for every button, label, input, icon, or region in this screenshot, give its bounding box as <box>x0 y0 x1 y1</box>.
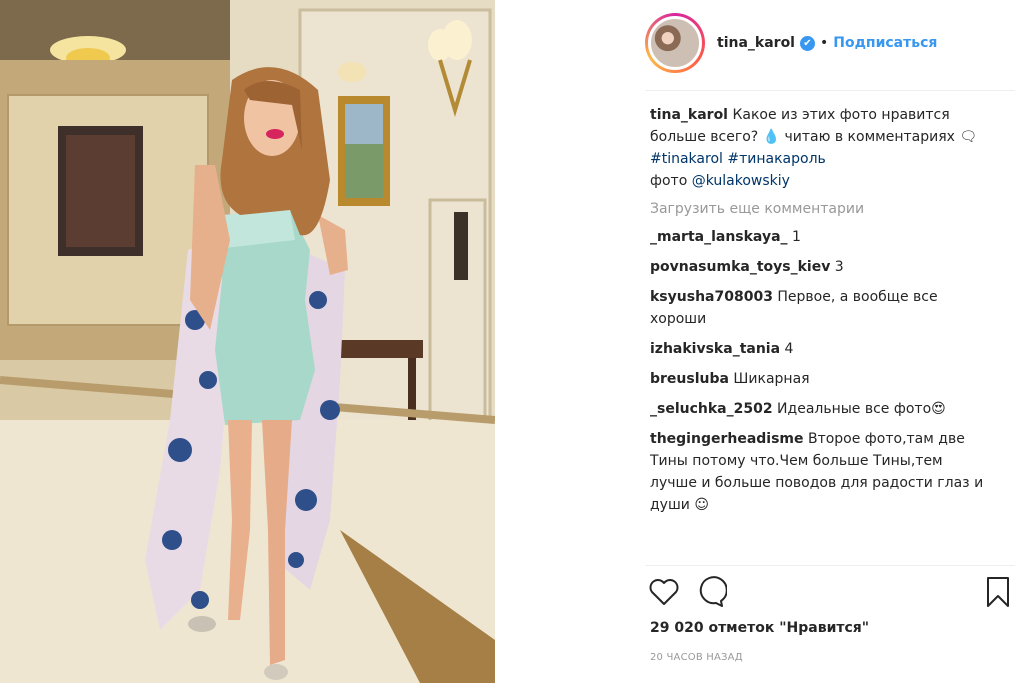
photo-illustration <box>0 0 495 683</box>
author-username[interactable]: tina_karol <box>717 35 795 51</box>
post-actions <box>647 575 1015 611</box>
comment-item: povnasumka_toys_kiev 3 <box>650 256 990 278</box>
heart-icon[interactable] <box>647 575 681 609</box>
comment-item: breusluba Шикарная <box>650 368 990 390</box>
post-photo[interactable] <box>0 0 495 683</box>
instagram-post: tina_karol ✔ • Подписаться tina_karol Ка… <box>0 0 1021 691</box>
photo-credit-prefix: фото <box>650 173 688 189</box>
comments-section: tina_karol Какое из этих фото нравится б… <box>650 104 990 524</box>
comment-username[interactable]: povnasumka_toys_kiev <box>650 259 830 275</box>
comment-text: 1 <box>791 229 801 245</box>
comment-username[interactable]: _seluchka_2502 <box>650 401 773 417</box>
avatar[interactable] <box>648 16 702 70</box>
caption-hashtags: #tinakarol #тинакароль <box>650 148 990 170</box>
comment-item: _seluchka_2502 Идеальные все фото😍 <box>650 398 990 420</box>
comment-username[interactable]: izhakivska_tania <box>650 341 780 357</box>
verified-badge-icon: ✔ <box>799 35 815 51</box>
comment-item: ksyusha708003 Первое, а вообще все хорош… <box>650 286 990 330</box>
bookmark-icon[interactable] <box>981 575 1015 609</box>
comment-text: 4 <box>784 341 794 357</box>
post-timestamp[interactable]: 20 ЧАСОВ НАЗАД <box>650 652 743 663</box>
comment-text: Идеальные все фото😍 <box>777 401 946 417</box>
comment-item: _marta_lanskaya_ 1 <box>650 226 990 248</box>
hashtag-link[interactable]: #tinakarol <box>650 151 723 167</box>
comment-item: izhakivska_tania 4 <box>650 338 990 360</box>
comment-username[interactable]: breusluba <box>650 371 729 387</box>
photo-credit: фото @kulakowskiy <box>650 170 990 192</box>
mention-link[interactable]: @kulakowskiy <box>692 173 790 189</box>
load-more-comments-button[interactable]: Загрузить еще комментарии <box>650 198 990 220</box>
comment-text: Шикарная <box>733 371 810 387</box>
post-header: tina_karol ✔ • Подписаться <box>645 12 1015 74</box>
post-sidebar: tina_karol ✔ • Подписаться tina_karol Ка… <box>495 0 1021 691</box>
caption: tina_karol Какое из этих фото нравится б… <box>650 104 990 148</box>
comment-item: thegingerheadisme Второе фото,там две Ти… <box>650 428 990 516</box>
comment-username[interactable]: _marta_lanskaya_ <box>650 229 788 245</box>
actions-divider <box>645 565 1015 566</box>
header-divider <box>645 90 1015 91</box>
follow-button[interactable]: Подписаться <box>833 35 937 51</box>
comment-text: 3 <box>834 259 844 275</box>
hashtag-link[interactable]: #тинакароль <box>727 151 825 167</box>
separator-dot: • <box>819 35 829 51</box>
avatar-story-ring[interactable] <box>645 13 705 73</box>
comment-username[interactable]: ksyusha708003 <box>650 289 773 305</box>
comment-username[interactable]: thegingerheadisme <box>650 431 804 447</box>
comment-bubble-icon[interactable] <box>693 575 728 609</box>
likes-count[interactable]: 29 020 отметок "Нравится" <box>650 620 869 636</box>
caption-username[interactable]: tina_karol <box>650 107 728 123</box>
